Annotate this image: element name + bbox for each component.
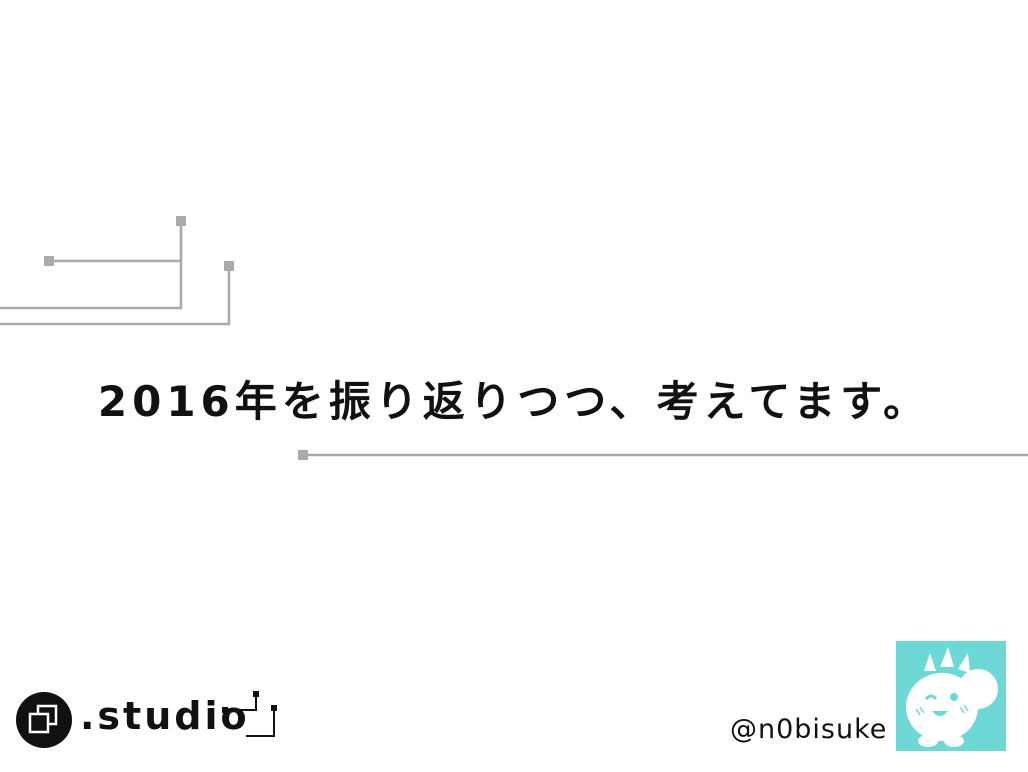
mascot-character-icon: [906, 647, 998, 747]
author-handle: @n0bisuke: [730, 714, 888, 745]
logo-badge: [16, 692, 72, 748]
circuit-line-a: [49, 221, 183, 263]
circuit-node: [224, 261, 234, 271]
slide: 2016年を振り返りつつ、考えてます。 .studio @n0bisuke: [0, 0, 1028, 772]
overlapping-squares-icon: [28, 704, 58, 734]
circuit-line-c: [0, 266, 231, 326]
studio-logo: .studio: [16, 688, 286, 752]
circuit-node: [44, 256, 54, 266]
circuit-node: [298, 450, 308, 460]
slide-title: 2016年を振り返りつつ、考えてます。: [97, 377, 931, 426]
logo-circuit-icon: [222, 691, 277, 737]
circuit-line-b: [0, 221, 183, 310]
circuit-node: [176, 216, 186, 226]
avatar: [896, 641, 1006, 751]
